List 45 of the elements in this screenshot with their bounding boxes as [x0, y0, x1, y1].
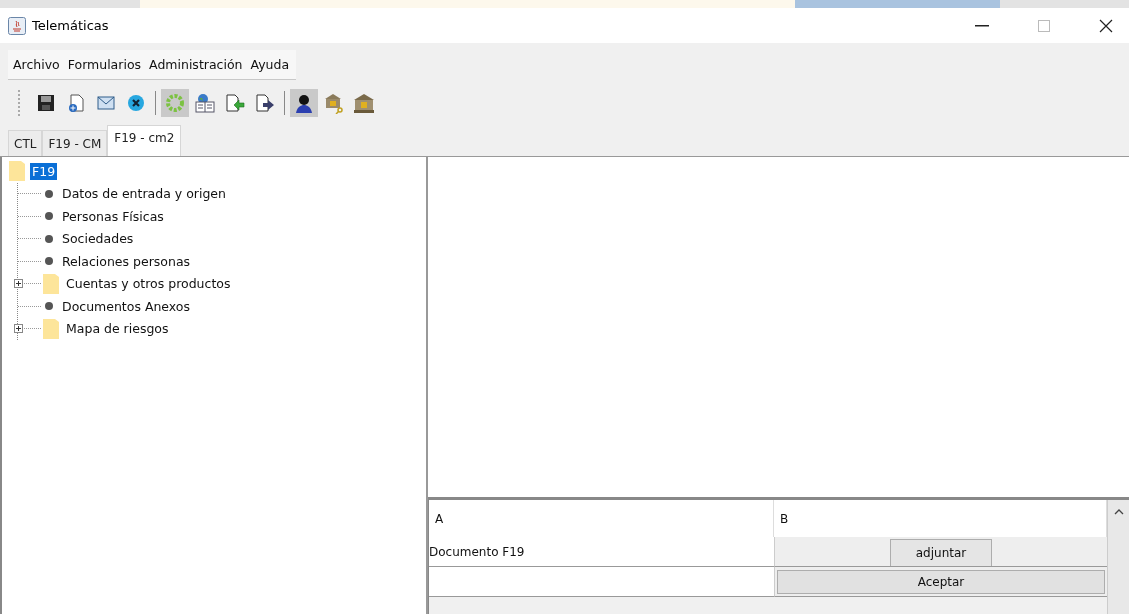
table-cell: Documento F19	[429, 537, 774, 567]
bullet-icon	[45, 257, 53, 266]
attach-button[interactable]: adjuntar	[890, 539, 992, 566]
tree-item[interactable]: F19	[30, 162, 58, 180]
scroll-up-icon[interactable]	[1113, 508, 1124, 516]
expand-icon[interactable]	[14, 324, 23, 334]
menu-item[interactable]: Administración	[148, 57, 244, 72]
menu-item[interactable]: Ayuda	[249, 57, 291, 72]
close-icon	[1099, 18, 1113, 33]
bullet-icon	[45, 212, 53, 221]
tree-item[interactable]: Mapa de riesgos	[64, 320, 171, 338]
tree-item[interactable]: Cuentas y otros productos	[64, 275, 233, 293]
bank-icon	[353, 92, 375, 114]
maximize-icon	[1038, 19, 1050, 32]
document-arrow-icon	[254, 92, 276, 114]
toolbar-button[interactable]	[290, 89, 318, 117]
document-arrow-icon	[224, 92, 246, 114]
tab[interactable]: F19 - CM	[42, 130, 108, 156]
bank-key-icon	[323, 92, 345, 114]
column-header[interactable]: A	[429, 500, 774, 537]
bullet-icon	[45, 234, 53, 243]
tab[interactable]: F19 - cm2	[107, 125, 182, 156]
person-silhouette-icon	[293, 92, 315, 114]
app-icon	[8, 16, 26, 35]
globe-book-icon	[194, 92, 216, 114]
folder-icon	[43, 273, 59, 294]
window-title: Telemáticas	[32, 18, 110, 33]
bullet-icon	[45, 302, 53, 311]
column-header[interactable]: B	[774, 500, 1107, 537]
accept-button[interactable]: Aceptar	[777, 569, 1105, 594]
bullet-icon	[45, 189, 53, 198]
menu-item[interactable]: Archivo	[12, 57, 61, 72]
expand-icon[interactable]	[14, 279, 23, 289]
menu-item[interactable]: Formularios	[66, 57, 143, 72]
folder-icon	[43, 318, 59, 339]
tree-item[interactable]: Personas Físicas	[60, 207, 166, 225]
tab[interactable]: CTL	[8, 130, 43, 156]
gear-icon	[164, 92, 186, 114]
x-circle-icon	[125, 92, 147, 114]
tree-item[interactable]: Sociedades	[60, 230, 136, 248]
minimize-icon	[975, 24, 989, 27]
tree-item[interactable]: Relaciones personas	[60, 252, 193, 270]
tree-item[interactable]: Documentos Anexos	[60, 297, 192, 315]
tree-item[interactable]: Datos de entrada y origen	[60, 185, 228, 203]
folder-icon	[9, 161, 25, 182]
